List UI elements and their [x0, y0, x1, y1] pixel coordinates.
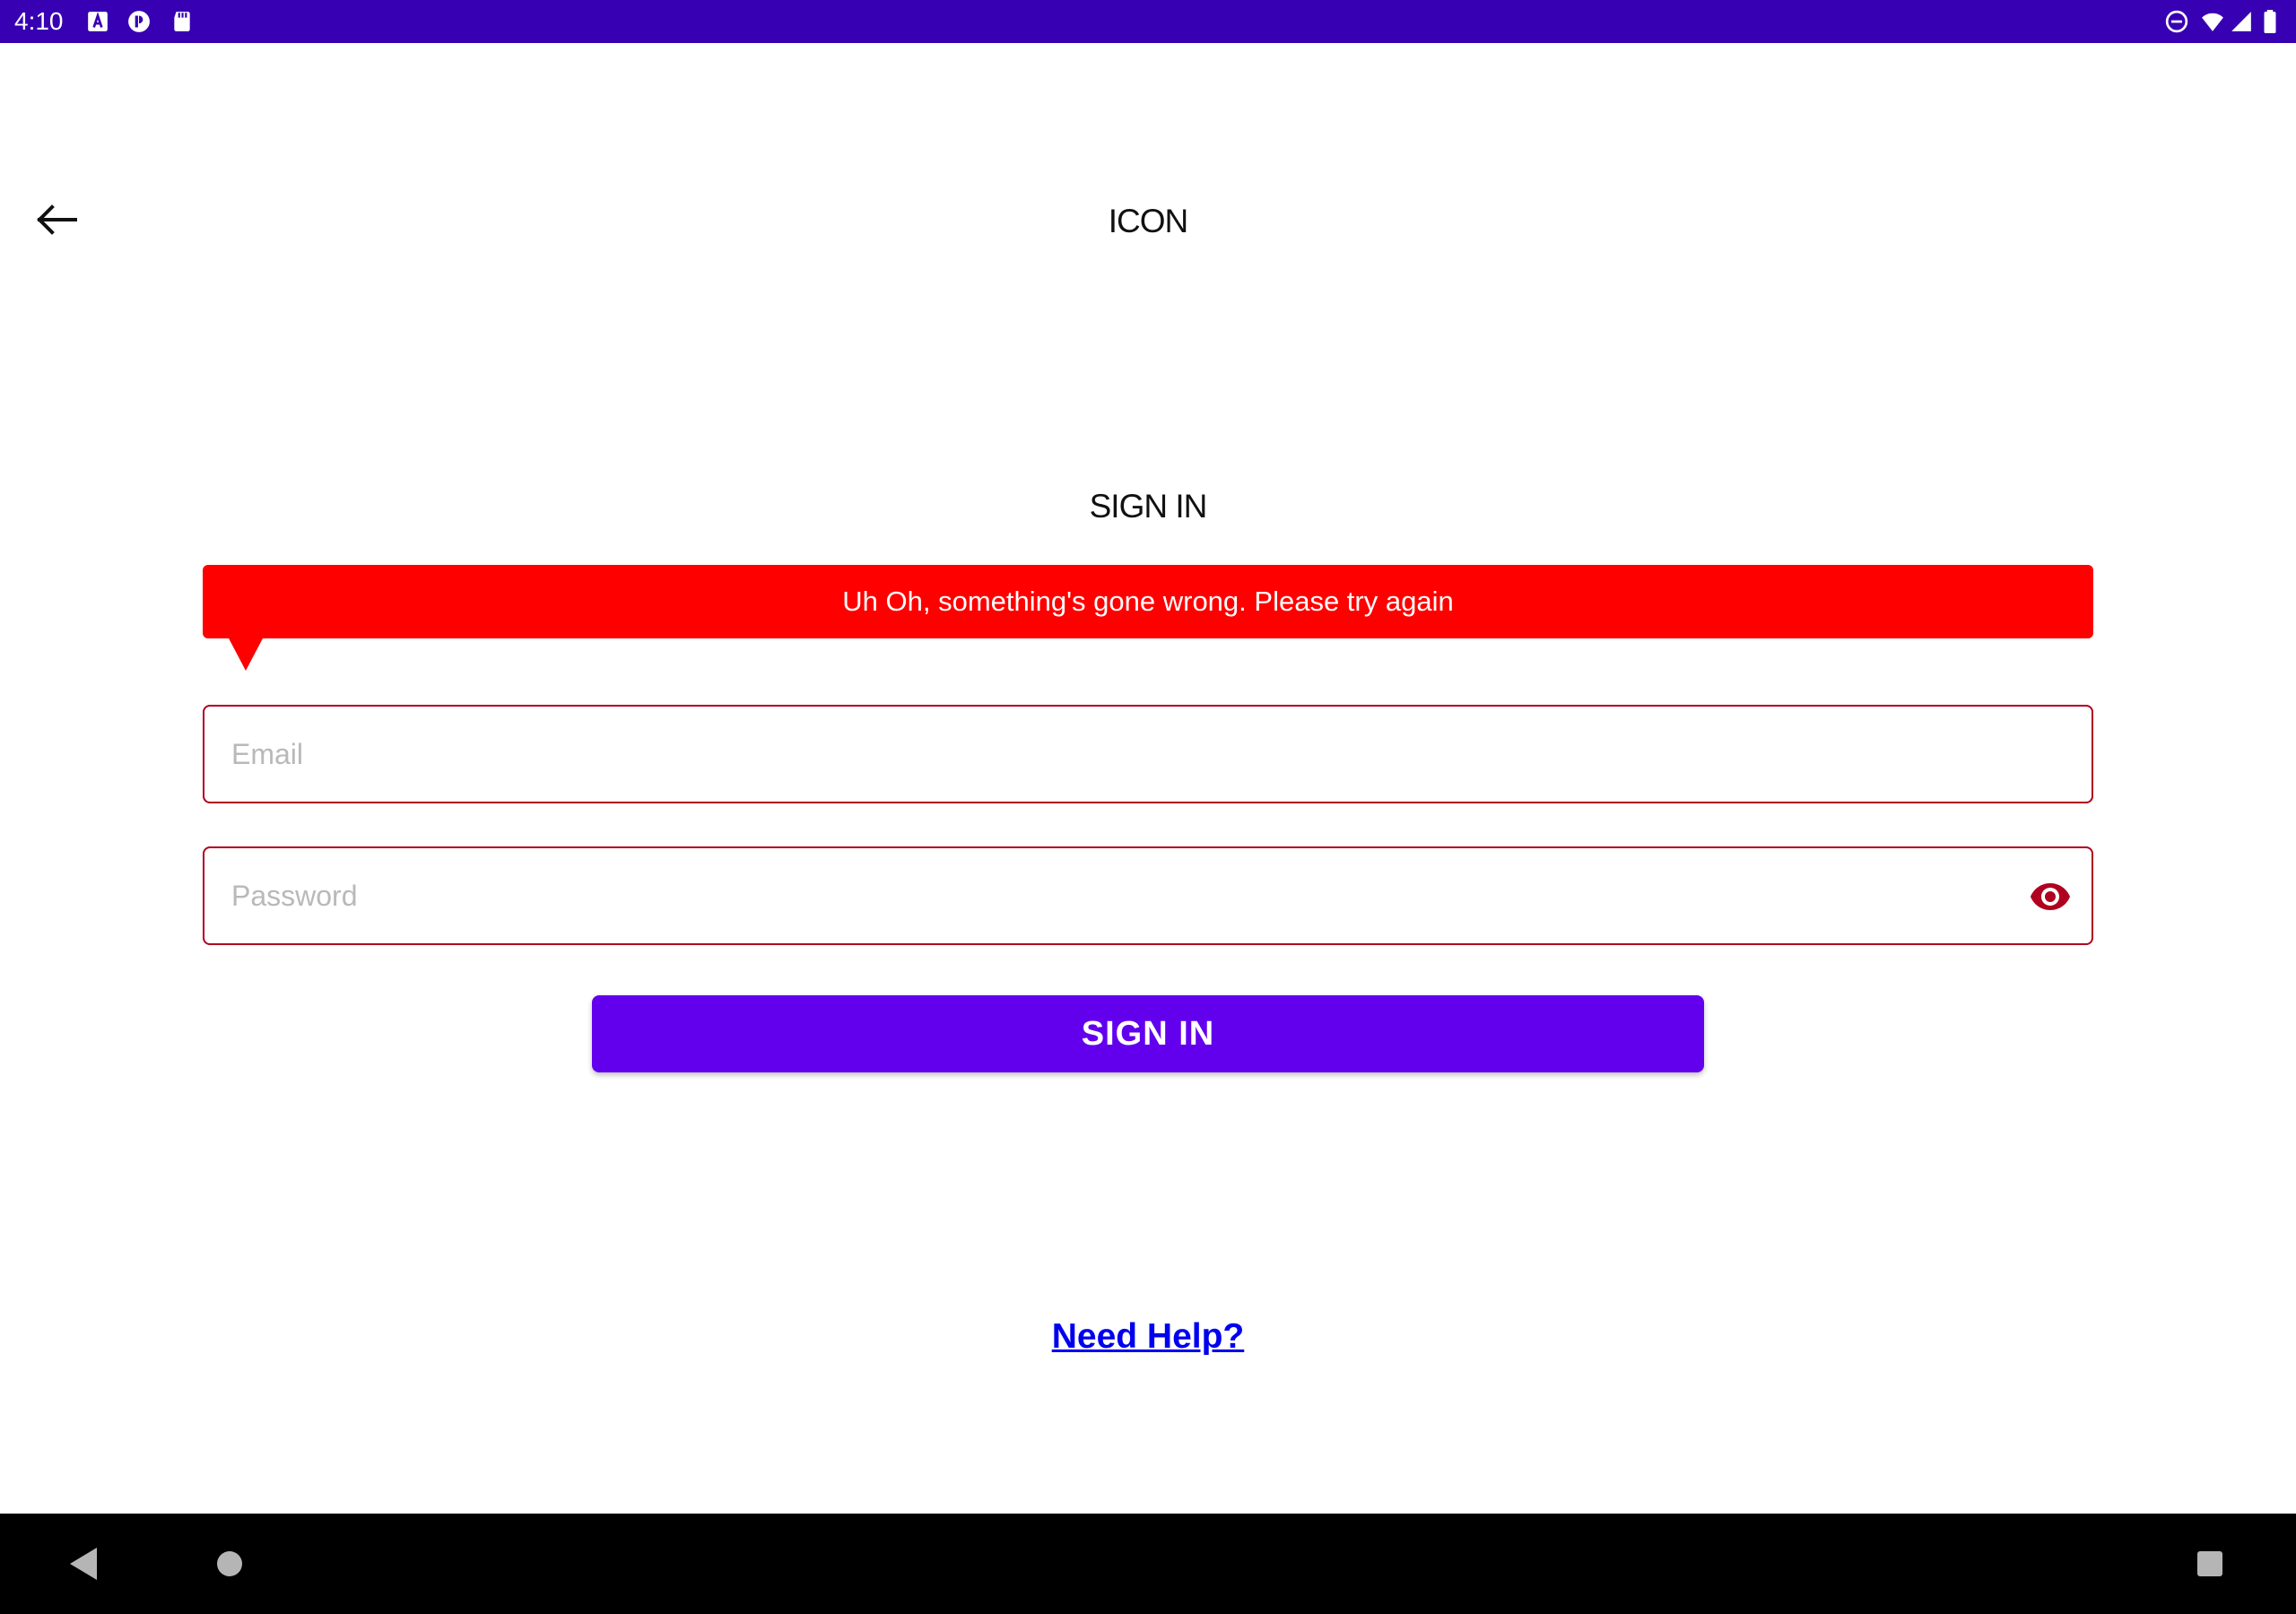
wifi-icon: [2199, 10, 2226, 33]
password-field[interactable]: [203, 846, 2093, 945]
app-title: ICON: [1108, 203, 1189, 239]
error-message: Uh Oh, something's gone wrong. Please tr…: [842, 586, 1454, 617]
eye-icon: [2031, 883, 2070, 910]
do-not-disturb-icon: [2165, 10, 2188, 33]
sign-in-button[interactable]: SIGN IN: [592, 995, 1704, 1072]
battery-icon: [2262, 10, 2278, 33]
navigation-bar: [0, 1514, 2296, 1614]
status-time: 4:10: [14, 7, 64, 35]
form-heading: SIGN IN: [1089, 488, 1208, 525]
circle-p-icon: [127, 10, 151, 33]
error-pointer: [228, 637, 264, 671]
recents-square-icon: [2197, 1551, 2222, 1576]
password-input[interactable]: [231, 848, 1989, 943]
password-visibility-toggle[interactable]: [2029, 875, 2072, 918]
text-a-icon: [86, 10, 109, 33]
cell-signal-icon: [2230, 10, 2253, 33]
back-triangle-icon: [70, 1548, 97, 1580]
sd-card-icon: [170, 10, 194, 33]
sign-in-screen: 4:10 ICON SIGN IN Uh Oh, something's gon…: [0, 0, 2296, 1614]
nav-home-button[interactable]: [208, 1542, 251, 1585]
status-bar: 4:10: [0, 0, 2296, 43]
nav-back-button[interactable]: [63, 1542, 106, 1585]
error-banner: Uh Oh, something's gone wrong. Please tr…: [203, 565, 2093, 638]
email-field[interactable]: [203, 705, 2093, 803]
email-input[interactable]: [231, 707, 1989, 802]
home-circle-icon: [217, 1551, 242, 1576]
need-help-link[interactable]: Need Help?: [1052, 1317, 1245, 1356]
nav-recents-button[interactable]: [2188, 1542, 2231, 1585]
help-link-row: Need Help?: [0, 1315, 2296, 1359]
